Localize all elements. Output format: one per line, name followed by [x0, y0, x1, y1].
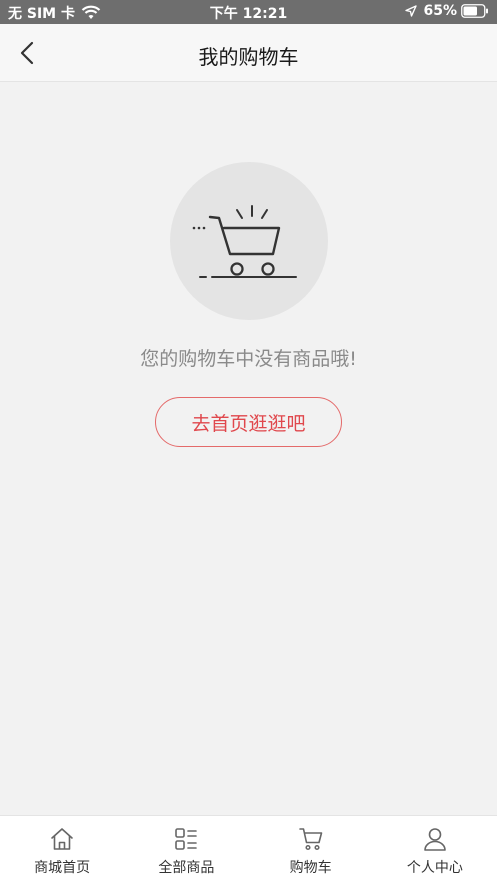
- tab-label-all-products: 全部商品: [158, 860, 215, 876]
- empty-cart-section: 您的购物车中没有商品哦! 去首页逛逛吧: [0, 82, 497, 815]
- cart-icon: [298, 828, 322, 851]
- tab-label-cart: 购物车: [289, 860, 332, 876]
- tab-label-home: 商城首页: [34, 860, 91, 876]
- empty-cart-icon: [192, 205, 297, 278]
- tab-cart[interactable]: 购物车: [249, 816, 373, 883]
- empty-cart-message: 您的购物车中没有商品哦!: [140, 348, 357, 370]
- tab-all-products[interactable]: 全部商品: [124, 816, 248, 883]
- user-icon: [424, 828, 446, 851]
- battery-percent: 65%: [423, 3, 457, 19]
- navigation-bar: 我的购物车: [0, 24, 497, 82]
- page-title: 我的购物车: [198, 45, 299, 69]
- empty-cart-illustration: [170, 162, 328, 320]
- tab-label-profile: 个人中心: [406, 860, 463, 876]
- bottom-tab-bar: 商城首页 全部商品 购物车 个人中心: [0, 815, 497, 883]
- tab-profile[interactable]: 个人中心: [373, 816, 497, 883]
- status-bar: 无 SIM 卡 下午 12:21 65%: [0, 0, 497, 24]
- tab-home[interactable]: 商城首页: [0, 816, 124, 883]
- category-icon: [175, 828, 198, 850]
- go-home-button[interactable]: 去首页逛逛吧: [155, 397, 342, 447]
- home-icon: [51, 828, 73, 850]
- status-right: 65%: [405, 3, 489, 19]
- location-arrow-icon: [405, 5, 418, 17]
- battery-icon: [461, 4, 488, 18]
